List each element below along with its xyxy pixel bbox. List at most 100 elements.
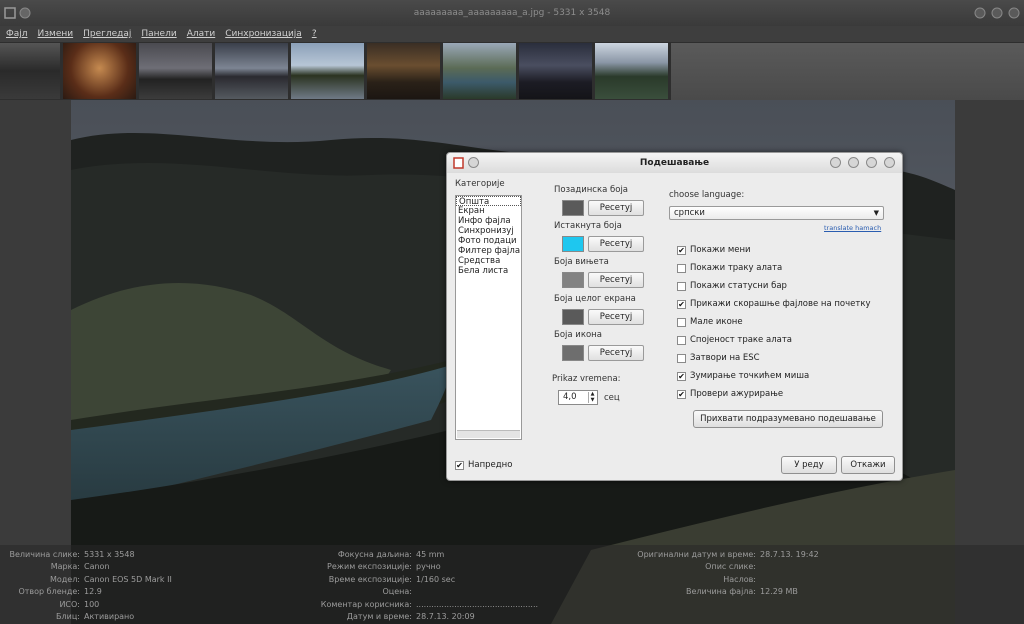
- info-key: Оцена:: [382, 587, 413, 597]
- vignette-color-reset-button[interactable]: Ресетуј: [588, 272, 644, 288]
- option-close-on-esc[interactable]: Затвори на ESC: [677, 353, 760, 363]
- translate-link[interactable]: translate hamach: [824, 224, 881, 232]
- checkbox-icon[interactable]: [677, 281, 686, 291]
- option-show-toolbar[interactable]: Покажи траку алата: [677, 263, 782, 273]
- checkbox-icon[interactable]: [677, 317, 686, 327]
- title-bar: aaaaaaaaa_aaaaaaaaa_a.jpg - 5331 x 3548: [0, 0, 1024, 26]
- option-label: Провери ажурирање: [690, 389, 784, 399]
- checkbox-icon[interactable]: [677, 263, 686, 273]
- dialog-menu-icon[interactable]: [468, 157, 479, 168]
- category-display[interactable]: Екран: [456, 206, 521, 216]
- spin-arrows-icon[interactable]: ▲ ▼: [588, 391, 596, 403]
- checkbox-checked-icon[interactable]: ✔: [677, 245, 686, 255]
- vignette-color-swatch[interactable]: [562, 272, 584, 288]
- info-value: 45 mm: [416, 550, 445, 559]
- info-key: Фокусна даљина:: [337, 550, 412, 559]
- categories-list[interactable]: Општа Екран Инфо фајла Синхронизуј Фото …: [455, 195, 522, 440]
- menu-help[interactable]: ?: [312, 29, 317, 39]
- thumbnail[interactable]: [215, 43, 288, 99]
- option-show-menu[interactable]: ✔ Покажи мени: [677, 245, 751, 255]
- category-sync[interactable]: Синхронизуј: [456, 226, 521, 236]
- info-value: ........................................…: [416, 599, 539, 609]
- highlight-color-swatch[interactable]: [562, 236, 584, 252]
- ok-button[interactable]: У реду: [781, 456, 837, 474]
- help-icon[interactable]: [830, 157, 841, 168]
- thumbnail[interactable]: [519, 43, 592, 99]
- info-value: 1/160 sec: [416, 574, 456, 584]
- fullscreen-color-reset-button[interactable]: Ресетуј: [588, 309, 644, 325]
- thumbnail[interactable]: [291, 43, 364, 99]
- category-general[interactable]: Општа: [456, 196, 521, 207]
- language-label: choose language:: [669, 190, 745, 200]
- background-color-reset-button[interactable]: Ресетуј: [588, 200, 644, 216]
- thumbnail[interactable]: [595, 43, 668, 99]
- category-file-info[interactable]: Инфо фајла: [456, 216, 521, 226]
- info-row: Модел: Canon EOS 5D Mark II: [0, 574, 172, 586]
- option-recent-files[interactable]: ✔ Прикажи скорашње фајлове на почетку: [677, 299, 871, 309]
- dialog-maximize-icon[interactable]: [866, 157, 877, 168]
- highlight-color-reset-button[interactable]: Ресетуј: [588, 236, 644, 252]
- menu-sync[interactable]: Синхронизација: [225, 29, 302, 39]
- list-scrollbar[interactable]: [457, 430, 520, 438]
- checkbox-checked-icon[interactable]: ✔: [677, 299, 686, 309]
- option-wheel-zoom[interactable]: ✔ Зумирање точкићем миша: [677, 371, 809, 381]
- option-show-statusbar[interactable]: Покажи статусни бар: [677, 281, 787, 291]
- option-label: Покажи траку алата: [690, 263, 783, 273]
- restore-defaults-button[interactable]: Прихвати подразумевано подешавање: [693, 410, 883, 428]
- info-column-2: Фокусна даљина: 45 mm Режим експозиције: р…: [300, 549, 538, 623]
- option-label: Прикажи скорашње фајлове на почетку: [690, 299, 871, 309]
- maximize-icon[interactable]: [991, 7, 1003, 19]
- thumbnail[interactable]: [63, 43, 136, 99]
- menu-file[interactable]: Фајл: [6, 29, 28, 39]
- icon-color-swatch[interactable]: [562, 345, 584, 361]
- menu-tools[interactable]: Алати: [187, 29, 216, 39]
- category-tools[interactable]: Средства: [456, 256, 521, 266]
- info-key: Режим експозиције:: [327, 562, 412, 572]
- category-whitelist[interactable]: Бела листа: [456, 266, 521, 276]
- info-row: Фокусна даљина: 45 mm: [300, 549, 538, 561]
- info-row: Режим експозиције: ручно: [300, 561, 538, 573]
- language-select[interactable]: српски ▼: [669, 206, 884, 220]
- close-icon[interactable]: [1008, 7, 1020, 19]
- thumbnail[interactable]: [139, 43, 212, 99]
- categories-label: Категорије: [455, 179, 505, 189]
- slideshow-time-spinbox[interactable]: 4,0 ▲ ▼: [558, 390, 598, 405]
- chevron-down-icon: ▼: [873, 209, 879, 217]
- menu-edit[interactable]: Измени: [38, 29, 74, 39]
- thumbnail[interactable]: [443, 43, 516, 99]
- info-row: Блиц: Активирано: [0, 611, 172, 623]
- icon-color-label: Боја икона: [554, 330, 602, 340]
- info-row: Отвор бленде: 12.9: [0, 586, 172, 598]
- menu-panels[interactable]: Панели: [141, 29, 176, 39]
- category-file-filter[interactable]: Филтер фајла: [456, 246, 521, 256]
- thumbnail[interactable]: [0, 43, 60, 99]
- minimize-icon[interactable]: [974, 7, 986, 19]
- cancel-button[interactable]: Откажи: [841, 456, 895, 474]
- checkbox-checked-icon[interactable]: ✔: [677, 389, 686, 399]
- info-value: 28.7.13. 19:42: [760, 550, 819, 559]
- menu-view[interactable]: Прегледај: [83, 29, 131, 39]
- info-key: Блиц:: [56, 612, 80, 622]
- advanced-checkbox[interactable]: ✔ Напредно: [455, 460, 512, 470]
- dialog-close-icon[interactable]: [884, 157, 895, 168]
- background-color-swatch[interactable]: [562, 200, 584, 216]
- checkbox-checked-icon[interactable]: ✔: [455, 460, 464, 470]
- info-key: Величина фајла:: [686, 587, 756, 597]
- fullscreen-color-swatch[interactable]: [562, 309, 584, 325]
- info-row: Коментар корисника:.....................…: [300, 599, 538, 611]
- checkbox-icon[interactable]: [677, 335, 686, 345]
- info-key: Отвор бленде:: [18, 587, 80, 597]
- preferences-dialog: Подешавање Категорије Општа Екран Инфо ф…: [446, 152, 903, 481]
- info-value: ручно: [416, 562, 441, 572]
- checkbox-checked-icon[interactable]: ✔: [677, 371, 686, 381]
- icon-color-reset-button[interactable]: Ресетуј: [588, 345, 644, 361]
- option-check-updates[interactable]: ✔ Провери ажурирање: [677, 389, 783, 399]
- slideshow-time-value: 4,0: [563, 392, 577, 402]
- thumbnail[interactable]: [367, 43, 440, 99]
- info-row: Оцена:: [300, 586, 538, 598]
- dialog-minimize-icon[interactable]: [848, 157, 859, 168]
- category-photo-data[interactable]: Фото подаци: [456, 236, 521, 246]
- option-merge-toolbar[interactable]: Спојеност траке алата: [677, 335, 792, 345]
- checkbox-icon[interactable]: [677, 353, 686, 363]
- option-small-icons[interactable]: Мале иконе: [677, 317, 743, 327]
